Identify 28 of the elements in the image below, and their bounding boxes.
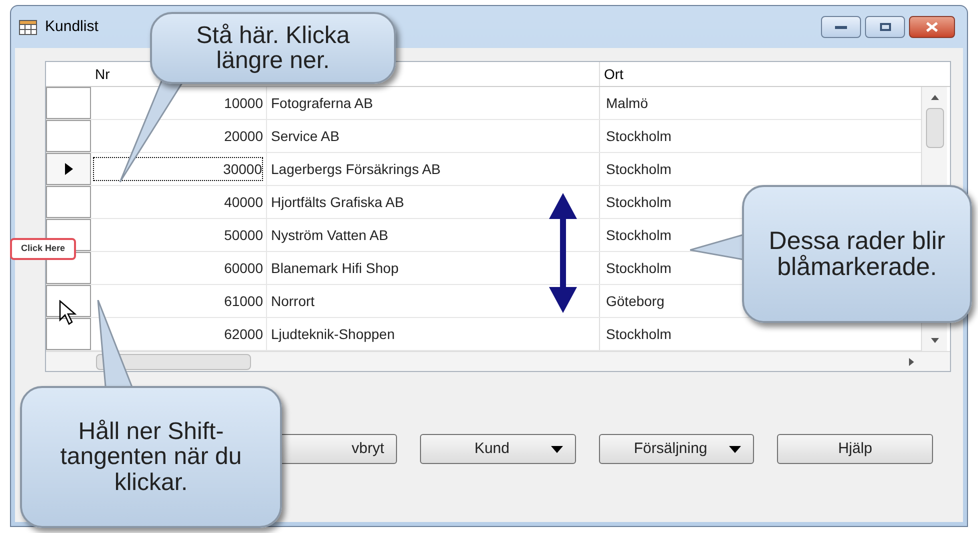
callout-text: Dessa rader blir blåmarkerade.	[768, 228, 946, 280]
table-cell-text: 10000	[224, 94, 263, 112]
table-cell-text: 20000	[224, 126, 263, 146]
window-title: Kundlist	[45, 16, 98, 37]
table-cell-text: Stockholm	[606, 192, 672, 212]
table-cell-text: 62000	[224, 324, 263, 344]
table-cell-text: Fotograferna AB	[271, 94, 373, 113]
table-cell-text: Stockholm	[606, 324, 672, 344]
table-cell-text: 50000	[224, 226, 263, 244]
table-cell-text: Malmö	[606, 94, 648, 112]
table-cell-text: Nyström Vatten AB	[271, 226, 388, 245]
table-cell-text: 40000	[224, 192, 263, 212]
table-cell-text: Stockholm	[606, 226, 672, 244]
table-cell-text: Stockholm	[606, 258, 672, 278]
table-cell-text: 61000	[224, 292, 263, 310]
table-cell-text: Stockholm	[606, 160, 672, 178]
table-cell-text: Hjortfälts Grafiska AB	[271, 192, 404, 212]
table-cell-text: Ljudteknik-Shoppen	[271, 324, 395, 344]
table-cell-text: Norrort	[271, 292, 315, 310]
table-cell-text: Blanemark Hifi Shop	[271, 258, 399, 278]
callout-text: Stå här. Klicka längre ner.	[195, 22, 351, 74]
table-cell-text: Stockholm	[606, 126, 672, 146]
callout-text: Håll ner Shift-tangenten när du klickar.	[59, 419, 243, 495]
table-cell-text: Göteborg	[606, 292, 664, 311]
table-cell-text: Lagerbergs Försäkrings AB	[271, 160, 441, 179]
table-cell-text: Service AB	[271, 126, 340, 146]
click-here-tooltip: Click Here	[10, 238, 76, 260]
table-cell-text: 60000	[224, 258, 263, 278]
